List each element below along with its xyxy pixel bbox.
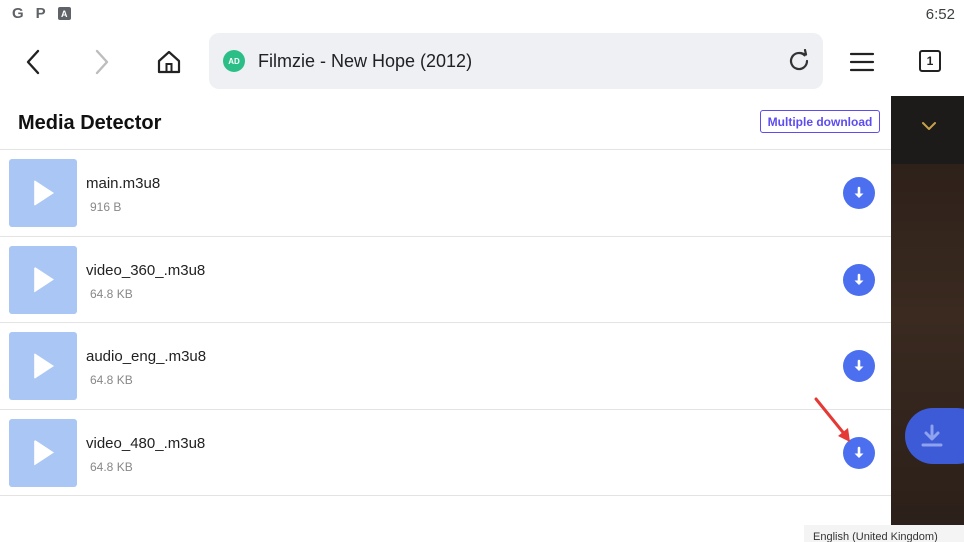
video-thumbnail	[9, 159, 77, 227]
panel-title: Media Detector	[18, 112, 162, 134]
play-icon	[34, 180, 54, 206]
download-button[interactable]	[843, 350, 875, 382]
reload-button[interactable]	[785, 47, 813, 75]
p-status-icon: P	[35, 5, 46, 22]
multiple-download-button[interactable]: Multiple download	[760, 110, 880, 133]
language-tooltip: English (United Kingdom)	[804, 525, 964, 542]
address-bar[interactable]: AD Filmzie - New Hope (2012)	[209, 33, 823, 89]
media-file-size: 916 B	[90, 200, 122, 214]
background-page	[891, 96, 964, 542]
browser-toolbar: AD Filmzie - New Hope (2012)	[0, 30, 964, 94]
forward-icon	[95, 49, 109, 75]
download-arrow-icon	[854, 186, 864, 198]
media-file-size: 64.8 KB	[90, 373, 133, 387]
download-icon	[921, 424, 943, 447]
home-icon	[157, 50, 181, 74]
media-detector-panel: Media Detector Multiple download main.m3…	[0, 97, 891, 542]
floating-download-button[interactable]	[905, 408, 964, 464]
download-arrow-icon	[854, 359, 864, 371]
status-icons: G P A	[12, 5, 71, 22]
background-page-content	[891, 164, 964, 542]
media-item[interactable]: video_360_.m3u8 64.8 KB	[0, 237, 891, 323]
media-file-size: 64.8 KB	[90, 286, 133, 301]
back-icon	[26, 49, 40, 75]
page-title: Filmzie - New Hope (2012)	[258, 51, 473, 71]
reload-icon	[789, 49, 809, 71]
media-list: main.m3u8 916 B video_360_.m3u8 64.8 KB …	[0, 149, 891, 496]
play-icon	[34, 439, 54, 466]
download-button[interactable]	[843, 177, 875, 209]
media-file-name: video_480_.m3u8	[86, 434, 206, 452]
clock: 6:52	[925, 6, 955, 23]
media-file-name: main.m3u8	[86, 175, 161, 192]
download-arrow-icon	[854, 273, 864, 285]
video-thumbnail	[9, 332, 77, 400]
tab-switcher-button[interactable]: 1	[919, 50, 941, 72]
video-thumbnail	[9, 245, 77, 314]
media-item[interactable]: main.m3u8 916 B	[0, 150, 891, 237]
background-page-header	[891, 96, 964, 164]
download-button[interactable]	[843, 263, 875, 296]
media-file-name: audio_eng_.m3u8	[86, 348, 207, 365]
annotation-arrow-icon	[814, 397, 850, 442]
chevron-down-icon	[922, 122, 936, 130]
hamburger-menu-icon	[849, 52, 875, 72]
download-arrow-icon	[854, 446, 864, 458]
play-icon	[34, 353, 54, 379]
media-file-size: 64.8 KB	[90, 459, 133, 474]
media-file-name: video_360_.m3u8	[86, 261, 206, 279]
media-item[interactable]: video_480_.m3u8 64.8 KB	[0, 410, 891, 496]
home-button[interactable]	[151, 44, 187, 80]
forward-button[interactable]	[83, 44, 119, 80]
menu-button[interactable]	[844, 44, 880, 80]
a-status-icon: A	[57, 7, 71, 20]
status-bar: G P A 6:52	[0, 0, 964, 30]
media-item[interactable]: audio_eng_.m3u8 64.8 KB	[0, 323, 891, 410]
google-status-icon: G	[12, 5, 24, 22]
back-button[interactable]	[16, 44, 52, 80]
video-thumbnail	[9, 418, 77, 487]
app-root: G P A 6:52 AD Filmzie - New Hope (2012) …	[0, 0, 964, 542]
site-badge-icon: AD	[223, 50, 245, 72]
play-icon	[34, 266, 54, 293]
